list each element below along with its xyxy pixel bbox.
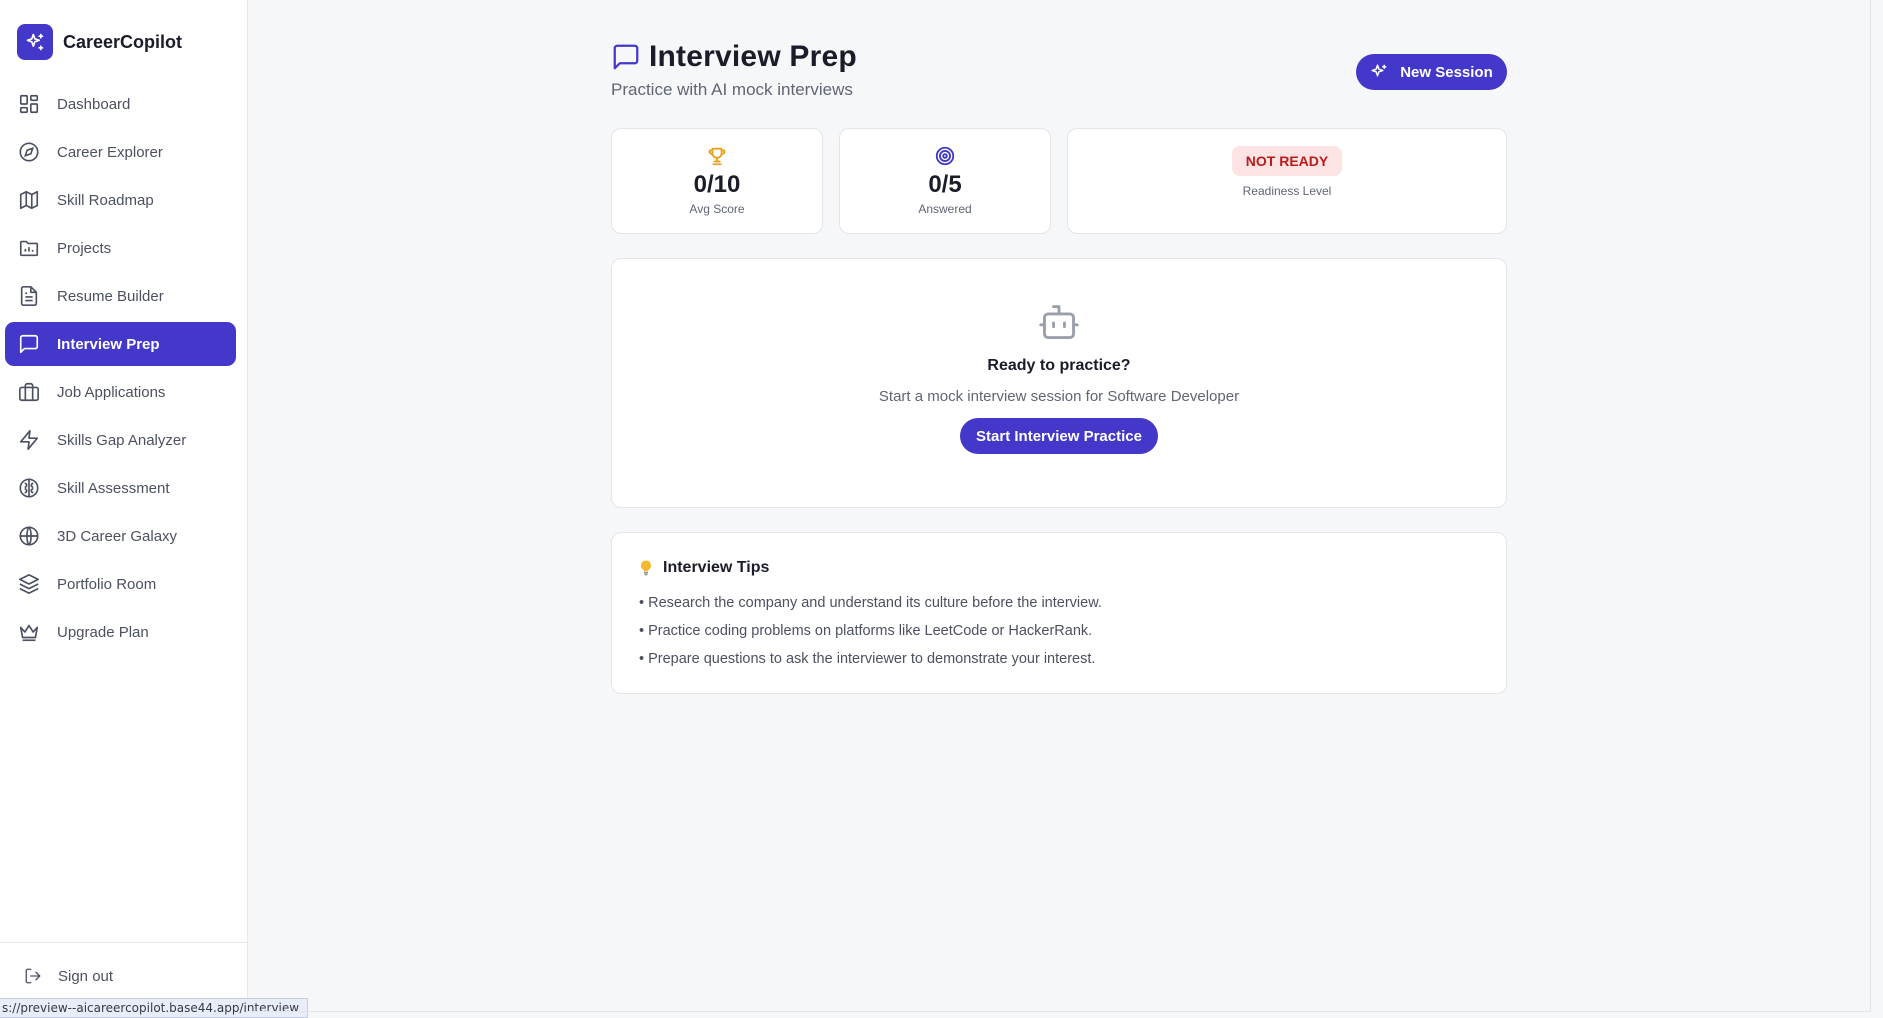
sidebar-item-3d-career-galaxy[interactable]: 3D Career Galaxy [5,514,236,558]
target-icon [935,146,955,166]
page-subtitle: Practice with AI mock interviews [611,80,853,99]
sidebar-item-label: Portfolio Room [57,575,157,593]
brain-icon [19,478,39,498]
sidebar-item-skills-gap-analyzer[interactable]: Skills Gap Analyzer [5,418,236,462]
main-right-border [1870,0,1871,1012]
sidebar-item-skill-assessment[interactable]: Skill Assessment [5,466,236,510]
tip-item: • Practice coding problems on platforms … [639,623,1093,639]
zap-icon [19,430,39,450]
sidebar-item-label: Skill Roadmap [57,191,154,209]
folder-icon [19,240,39,257]
readiness-caption: Readiness Level [1242,184,1332,198]
compass-icon [19,142,39,162]
sidebar-item-projects[interactable]: Projects [5,226,236,270]
log-out-icon [25,968,41,984]
tip-item: • Research the company and understand it… [639,595,1102,611]
status-bar-url: s://preview--aicareercopilot.base44.app/… [0,998,309,1018]
readiness-badge: NOT READY [1231,146,1343,176]
bot-icon [1039,305,1079,339]
sidebar-item-portfolio-room[interactable]: Portfolio Room [5,562,236,606]
message-square-icon [19,334,39,354]
brand[interactable]: CareerCopilot [17,24,182,60]
briefcase-icon [19,382,39,402]
sidebar-item-label: Interview Prep [57,335,160,353]
globe-icon [19,526,39,546]
sparkles-icon [1371,64,1387,77]
file-text-icon [20,286,38,306]
trophy-icon [708,147,726,166]
grid-icon [19,94,39,114]
sidebar-item-label: Skill Assessment [57,479,170,497]
tips-title: Interview Tips [663,559,770,576]
sidebar-divider [0,942,248,943]
avg-score-caption: Avg Score [689,202,745,216]
sidebar-item-upgrade-plan[interactable]: Upgrade Plan [5,610,236,654]
sidebar-item-career-explorer[interactable]: Career Explorer [5,130,236,174]
readiness-card: NOT READY Readiness Level [1067,128,1507,234]
answered-value: 0/5 [928,171,962,198]
layers-icon [19,574,39,594]
new-session-button[interactable]: New Session [1356,54,1507,90]
sidebar-item-label: Job Applications [57,383,166,401]
sidebar-item-resume-builder[interactable]: Resume Builder [5,274,236,318]
start-interview-button[interactable]: Start Interview Practice [960,418,1158,454]
practice-description: Start a mock interview session for Softw… [878,388,1240,405]
sidebar-item-label: Dashboard [57,95,131,113]
sidebar-item-label: 3D Career Galaxy [57,527,178,545]
sidebar-nav: Dashboard Career Explorer Skill Roadmap … [5,82,236,658]
answered-card: 0/5 Answered [839,128,1051,234]
tip-item: • Prepare questions to ask the interview… [639,651,1096,667]
practice-heading: Ready to practice? [987,357,1131,374]
page-title: Interview Prep [649,40,857,73]
sidebar-item-label: Resume Builder [57,287,164,305]
app-name: CareerCopilot [63,31,183,52]
tips-list: • Research the company and understand it… [639,589,1506,673]
practice-card: Ready to practice? Start a mock intervie… [611,258,1507,508]
map-icon [19,190,39,210]
sign-out-button[interactable]: Sign out [24,964,113,988]
avg-score-card: 0/10 Avg Score [611,128,823,234]
sidebar-item-label: Career Explorer [57,143,163,161]
sidebar-item-interview-prep[interactable]: Interview Prep [5,322,236,366]
sidebar-item-label: Projects [57,239,112,257]
sidebar-item-job-applications[interactable]: Job Applications [5,370,236,414]
tips-card: Interview Tips • Research the company an… [611,532,1507,694]
crown-icon [19,624,39,642]
avg-score-value: 0/10 [693,171,741,198]
message-square-icon [613,44,639,70]
new-session-label: New Session [1400,63,1493,81]
sign-out-label: Sign out [58,967,114,985]
lightbulb-icon [641,560,651,576]
main-bottom-border [248,1011,1870,1012]
sidebar-item-dashboard[interactable]: Dashboard [5,82,236,126]
page-header: Interview Prep Practice with AI mock int… [611,40,857,100]
sidebar-item-skill-roadmap[interactable]: Skill Roadmap [5,178,236,222]
sidebar-item-label: Upgrade Plan [57,623,149,641]
answered-caption: Answered [918,202,972,216]
sparkles-icon [17,24,53,60]
sidebar: CareerCopilot Dashboard Career Explorer … [0,0,248,1018]
sidebar-item-label: Skills Gap Analyzer [57,431,187,449]
